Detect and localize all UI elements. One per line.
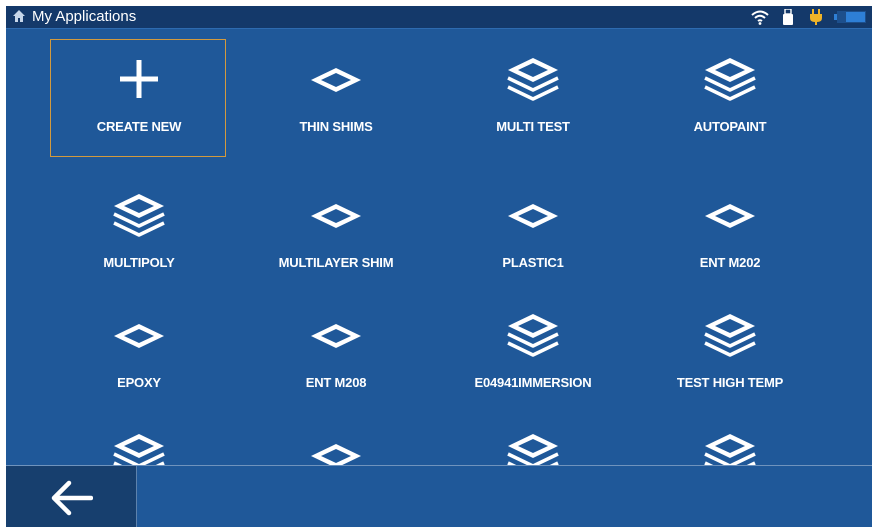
app-tile-label: CREATE NEW bbox=[96, 119, 182, 134]
screen-title: My Applications bbox=[32, 8, 137, 25]
app-tile-label: PLASTIC1 bbox=[502, 255, 564, 270]
app-tile[interactable]: THIN SHIMS bbox=[247, 39, 423, 157]
app-tile[interactable]: MULTI TEST bbox=[444, 39, 620, 157]
app-tile[interactable]: MULTIPOLY bbox=[50, 175, 226, 293]
multi-layer-icon bbox=[700, 50, 760, 110]
app-tile-label: ENT M202 bbox=[699, 255, 761, 270]
app-tile-label: AUTOPAINT bbox=[693, 119, 767, 134]
single-layer-icon bbox=[306, 306, 366, 366]
multi-layer-icon bbox=[109, 426, 169, 465]
applications-grid: CREATE NEW THIN SHIMS MULTI TEST AUTOPAINT M… bbox=[6, 29, 872, 465]
app-tile[interactable] bbox=[444, 415, 620, 465]
plus-icon bbox=[109, 50, 169, 110]
app-tile[interactable]: CREATE NEW bbox=[50, 39, 226, 157]
single-layer-icon bbox=[306, 50, 366, 110]
bottom-toolbar bbox=[6, 465, 872, 527]
multi-layer-icon bbox=[503, 426, 563, 465]
status-bar: My Applications bbox=[6, 6, 872, 29]
app-tile[interactable] bbox=[247, 415, 423, 465]
app-tile[interactable]: AUTOPAINT bbox=[641, 39, 817, 157]
app-tile[interactable]: TEST HIGH TEMP bbox=[641, 295, 817, 413]
multi-layer-icon bbox=[503, 50, 563, 110]
app-tile-label: MULTIPOLY bbox=[103, 255, 175, 270]
back-arrow-icon bbox=[51, 480, 93, 516]
app-tile[interactable]: E04941IMMERSION bbox=[444, 295, 620, 413]
battery-icon bbox=[834, 11, 866, 23]
single-layer-icon bbox=[700, 186, 760, 246]
single-layer-icon bbox=[503, 186, 563, 246]
app-window: My Applications CREATE NEW THIN SHIMS MULT… bbox=[6, 6, 872, 527]
app-tile-label: TEST HIGH TEMP bbox=[676, 375, 784, 390]
app-tile[interactable]: PLASTIC1 bbox=[444, 175, 620, 293]
app-tile-label: ENT M208 bbox=[305, 375, 367, 390]
single-layer-icon bbox=[306, 426, 366, 465]
app-tile-label: MULTI TEST bbox=[496, 119, 570, 134]
usb-drive-icon bbox=[783, 9, 793, 25]
app-tile[interactable] bbox=[641, 415, 817, 465]
single-layer-icon bbox=[109, 306, 169, 366]
multi-layer-icon bbox=[700, 306, 760, 366]
multi-layer-icon bbox=[109, 186, 169, 246]
power-plug-icon bbox=[810, 9, 822, 25]
app-tile[interactable]: ENT M202 bbox=[641, 175, 817, 293]
multi-layer-icon bbox=[700, 426, 760, 465]
app-tile-label: E04941IMMERSION bbox=[474, 375, 592, 390]
app-tile[interactable]: EPOXY bbox=[50, 295, 226, 413]
app-tile[interactable]: ENT M208 bbox=[247, 295, 423, 413]
multi-layer-icon bbox=[503, 306, 563, 366]
wifi-icon bbox=[751, 10, 769, 25]
app-tile[interactable] bbox=[50, 415, 226, 465]
app-tile-label: MULTILAYER SHIM bbox=[278, 255, 394, 270]
home-icon[interactable] bbox=[12, 9, 26, 23]
single-layer-icon bbox=[306, 186, 366, 246]
app-tile-label: THIN SHIMS bbox=[299, 119, 373, 134]
app-tile-label: EPOXY bbox=[117, 375, 161, 390]
app-tile[interactable]: MULTILAYER SHIM bbox=[247, 175, 423, 293]
back-button[interactable] bbox=[6, 466, 137, 527]
